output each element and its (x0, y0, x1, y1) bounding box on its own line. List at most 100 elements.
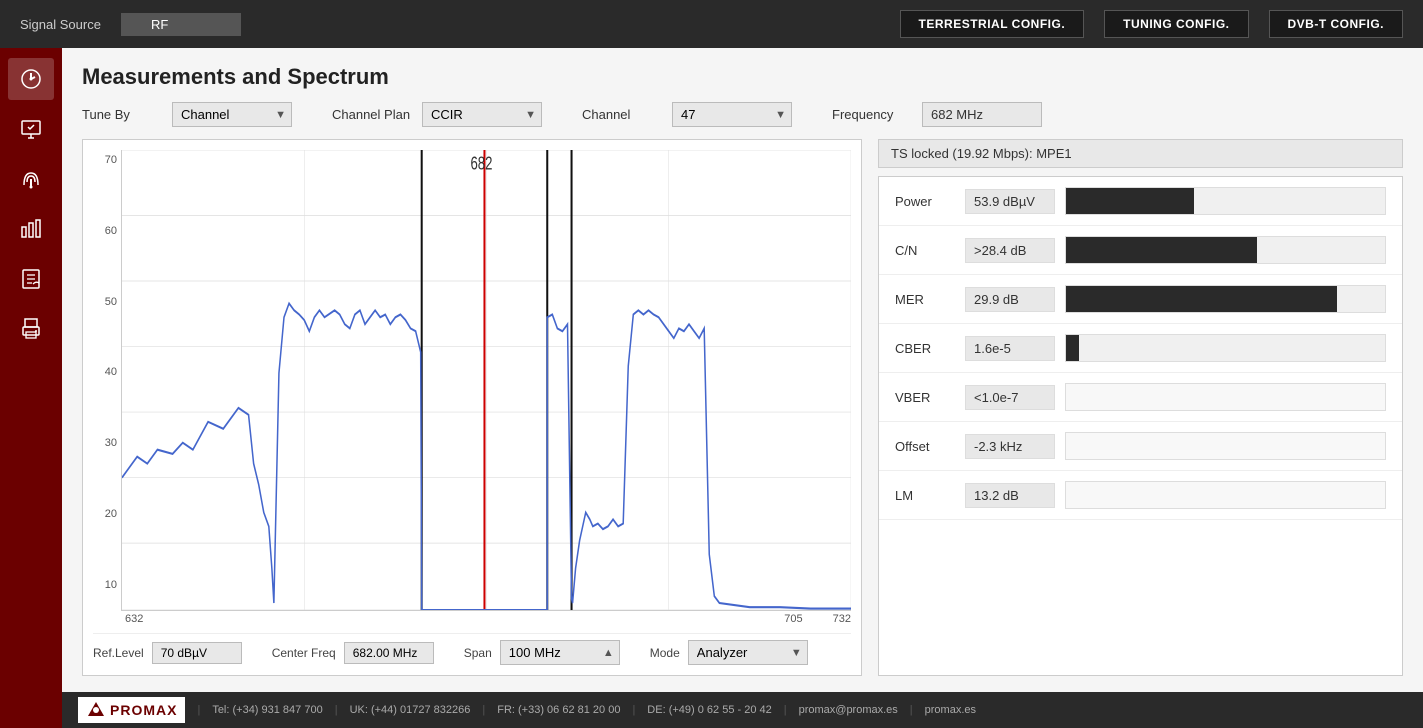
span-select-wrapper[interactable]: 100 MHz ▲ (500, 640, 620, 665)
main-layout: Measurements and Spectrum Tune By Channe… (0, 48, 1423, 728)
frequency-label: Frequency (832, 107, 912, 122)
y-label-10: 10 (93, 579, 117, 591)
promax-logo-icon (86, 700, 106, 720)
dashboard-icon (19, 67, 43, 91)
mode-select-wrapper[interactable]: Analyzer ▼ (688, 640, 808, 665)
meas-bar-cn (1066, 237, 1257, 263)
x-label-705: 705 (784, 613, 802, 625)
ts-status-bar: TS locked (19.92 Mbps): MPE1 (878, 139, 1403, 168)
sidebar (0, 48, 62, 728)
span-label: Span (464, 646, 492, 660)
frequency-value: 682 MHz (922, 102, 1042, 127)
span-select[interactable]: 100 MHz (500, 640, 620, 665)
meas-value-power: 53.9 dBµV (965, 189, 1055, 214)
page-title: Measurements and Spectrum (82, 64, 1403, 90)
measurements-icon (19, 217, 43, 241)
span-ctrl: Span 100 MHz ▲ (464, 640, 620, 665)
meas-value-mer: 29.9 dB (965, 287, 1055, 312)
x-axis: 632 705 732 (93, 613, 851, 625)
chart-area: 682 (121, 150, 851, 611)
footer-tel-de: DE: (+49) 0 62 55 - 20 42 (647, 704, 771, 716)
footer-website: promax.es (925, 704, 976, 716)
terrestrial-config-button[interactable]: TERRESTRIAL CONFIG. (900, 10, 1085, 38)
channel-plan-group: Channel Plan CCIR ▼ (332, 102, 542, 127)
y-label-30: 30 (93, 437, 117, 449)
meas-row-offset: Offset -2.3 kHz (879, 422, 1402, 471)
controls-row: Tune By Channel ▼ Channel Plan CCIR (82, 102, 1403, 127)
meas-row-power: Power 53.9 dBµV (879, 177, 1402, 226)
ref-level-ctrl: Ref.Level 70 dBµV (93, 640, 242, 665)
sidebar-item-dashboard[interactable] (8, 58, 54, 100)
channel-label: Channel (582, 107, 662, 122)
right-panel: TS locked (19.92 Mbps): MPE1 Power 53.9 … (878, 139, 1403, 676)
tuning-config-button[interactable]: TUNING CONFIG. (1104, 10, 1248, 38)
meas-value-cn: >28.4 dB (965, 238, 1055, 263)
page-content: Measurements and Spectrum Tune By Channe… (62, 48, 1423, 692)
meas-bar-container-vber (1065, 383, 1386, 411)
y-label-20: 20 (93, 508, 117, 520)
tune-by-group: Tune By Channel ▼ (82, 102, 292, 127)
svg-text:682: 682 (470, 155, 492, 174)
ref-level-label: Ref.Level (93, 646, 144, 660)
datalogger-icon (19, 267, 43, 291)
center-freq-label: Center Freq (272, 646, 336, 660)
tune-by-select[interactable]: Channel (172, 102, 292, 127)
meas-row-cber: CBER 1.6e-5 (879, 324, 1402, 373)
footer-tel-uk: UK: (+44) 01727 832266 (350, 704, 471, 716)
y-axis: 70 60 50 40 30 20 10 (93, 150, 121, 611)
meas-bar-container-power (1065, 187, 1386, 215)
meas-row-cn: C/N >28.4 dB (879, 226, 1402, 275)
meas-label-mer: MER (895, 292, 955, 307)
meas-label-power: Power (895, 194, 955, 209)
channel-select[interactable]: 47 (672, 102, 792, 127)
x-label-732: 732 (833, 613, 851, 625)
meas-row-mer: MER 29.9 dB (879, 275, 1402, 324)
chart-wrapper: 70 60 50 40 30 20 10 (93, 150, 851, 611)
channel-plan-select-wrapper[interactable]: CCIR ▼ (422, 102, 542, 127)
channel-plan-select[interactable]: CCIR (422, 102, 542, 127)
panels-row: 70 60 50 40 30 20 10 (82, 139, 1403, 676)
meas-bar-mer (1066, 286, 1337, 312)
sidebar-item-signal[interactable] (8, 158, 54, 200)
meas-value-cber: 1.6e-5 (965, 336, 1055, 361)
tune-by-label: Tune By (82, 107, 162, 122)
channel-select-wrapper[interactable]: 47 ▼ (672, 102, 792, 127)
meas-label-lm: LM (895, 488, 955, 503)
footer-email: promax@promax.es (799, 704, 898, 716)
spectrum-svg: 682 (122, 150, 851, 610)
center-freq-value: 682.00 MHz (344, 642, 434, 664)
frequency-group: Frequency 682 MHz (832, 102, 1042, 127)
promax-logo: PROMAX (78, 697, 185, 723)
tune-by-select-wrapper[interactable]: Channel ▼ (172, 102, 292, 127)
sidebar-item-print[interactable] (8, 308, 54, 350)
y-label-50: 50 (93, 296, 117, 308)
sidebar-item-datalogger[interactable] (8, 258, 54, 300)
y-label-40: 40 (93, 366, 117, 378)
channel-group: Channel 47 ▼ (582, 102, 792, 127)
sidebar-item-screen-settings[interactable] (8, 108, 54, 150)
promax-logo-text: PROMAX (110, 702, 177, 718)
sidebar-item-measurements[interactable] (8, 208, 54, 250)
meas-bar-container-offset (1065, 432, 1386, 460)
spectrum-panel: 70 60 50 40 30 20 10 (82, 139, 862, 676)
meas-bar-container-mer (1065, 285, 1386, 313)
spectrum-bottom: Ref.Level 70 dBµV Center Freq 682.00 MHz… (93, 633, 851, 665)
meas-label-vber: VBER (895, 390, 955, 405)
meas-bar-power (1066, 188, 1194, 214)
dvbt-config-button[interactable]: DVB-T CONFIG. (1269, 10, 1404, 38)
mode-select[interactable]: Analyzer (688, 640, 808, 665)
channel-plan-label: Channel Plan (332, 107, 412, 122)
print-icon (19, 317, 43, 341)
meas-label-offset: Offset (895, 439, 955, 454)
meas-row-lm: LM 13.2 dB (879, 471, 1402, 520)
signal-icon (19, 167, 43, 191)
y-label-70: 70 (93, 154, 117, 166)
signal-source-value: RF (121, 13, 241, 36)
meas-value-lm: 13.2 dB (965, 483, 1055, 508)
measurements-list: Power 53.9 dBµV C/N >28.4 dB MER 29.9 dB… (879, 177, 1402, 675)
center-freq-ctrl: Center Freq 682.00 MHz (272, 640, 434, 665)
top-bar: Signal Source RF TERRESTRIAL CONFIG. TUN… (0, 0, 1423, 48)
footer: PROMAX | Tel: (+34) 931 847 700 | UK: (+… (62, 692, 1423, 728)
footer-tel-es: Tel: (+34) 931 847 700 (212, 704, 322, 716)
meas-bar-cber (1066, 335, 1079, 361)
